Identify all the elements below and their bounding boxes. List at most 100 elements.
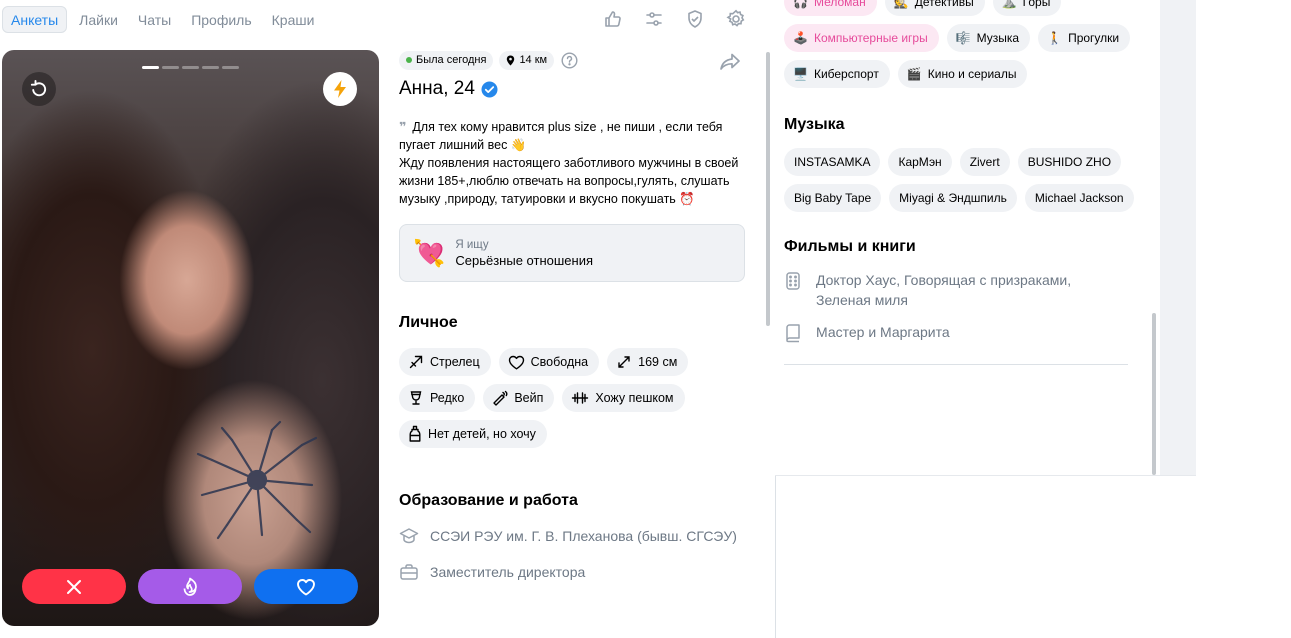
chip-interest: 🎼 Музыка [946, 24, 1031, 52]
chip-label: Хожу пешком [595, 391, 674, 405]
quote-icon: ❞ [399, 120, 407, 134]
chip-label: Детективы [914, 0, 974, 9]
wine-glass-icon [410, 391, 422, 405]
music-score-icon: 🎼 [955, 31, 971, 45]
share-icon[interactable] [719, 52, 741, 77]
music-section-title: Музыка [784, 116, 845, 133]
book-item: Мастер и Маргарита [784, 322, 1114, 348]
looking-for-card: 💘 Я ищу Серьёзные отношения [399, 224, 745, 282]
heart-icon [297, 578, 315, 595]
chip-interest: 🚶 Прогулки [1038, 24, 1131, 52]
chip-label: Кино и сериалы [927, 67, 1017, 81]
filter-sliders-icon[interactable] [643, 8, 665, 30]
shield-icon[interactable] [684, 8, 706, 30]
education-item: ССЭИ РЭУ им. Г. В. Плеханова (бывш. СГСЭ… [399, 526, 749, 550]
like-button[interactable] [254, 569, 358, 604]
scrollbar-right[interactable] [1152, 313, 1156, 475]
chip-height: 169 см [607, 348, 689, 376]
profile-name-age: Анна, 24 [399, 78, 475, 99]
joystick-icon: 🕹️ [793, 31, 808, 45]
vape-icon [493, 390, 508, 406]
mountain-icon: ⛰️ [1001, 0, 1017, 9]
heart-arrow-icon: 💘 [413, 238, 446, 268]
chip-interest: 🕵️ Детективы [884, 0, 985, 16]
books-section-title: Фильмы и книги [784, 238, 916, 255]
chip-artist: Zivert [959, 148, 1010, 176]
tab-chats[interactable]: Чаты [130, 6, 179, 33]
chip-label: Прогулки [1068, 31, 1120, 45]
dumbbell-icon [572, 392, 589, 404]
headphones-icon: 🎧 [793, 0, 808, 9]
superlike-button[interactable] [138, 569, 242, 604]
education-text: ССЭИ РЭУ им. Г. В. Плеханова (бывш. СГСЭ… [430, 528, 737, 544]
chip-interest: 🖥️ Киберспорт [784, 60, 890, 88]
profile-bio: ❞ Для тех кому нравится plus size , не пи… [399, 118, 749, 208]
looking-for-value: Серьёзные отношения [455, 252, 593, 268]
last-seen-text: Была сегодня [416, 54, 487, 66]
profile-info: Была сегодня 14 км Анна, 24 ❞ Для тех ком… [399, 50, 749, 598]
profile-details-right: 🎧 Меломан 🕵️ Детективы ⛰️ Горы 🕹️ Компьютерн… [784, 0, 1144, 365]
chip-label: Стрелец [430, 355, 480, 369]
name-row: Анна, 24 [399, 78, 749, 100]
right-gutter [1160, 0, 1196, 475]
boost-button[interactable] [323, 72, 357, 106]
distance-badge: 14 км [499, 50, 555, 70]
briefcase-icon [399, 562, 419, 586]
baby-bottle-icon [409, 425, 421, 442]
tab-profile[interactable]: Профиль [183, 6, 259, 33]
panel-bottom-edge [775, 475, 1196, 476]
profile-photo[interactable] [2, 50, 379, 626]
chip-label: Редко [430, 391, 465, 405]
books-list: Доктор Хаус, Говорящая с призраками, Зел… [784, 270, 1144, 348]
book-text: Мастер и Маргарита [816, 324, 950, 340]
chip-artist: Miyagi & Эндшпиль [889, 184, 1017, 212]
chip-interest: 🎧 Меломан [784, 0, 877, 16]
undo-icon [30, 80, 47, 97]
column-divider [775, 476, 776, 638]
tab-likes[interactable]: Лайки [71, 6, 126, 33]
verified-icon [481, 81, 498, 97]
online-dot [406, 57, 412, 63]
chip-sport: Хожу пешком [562, 384, 685, 412]
chip-label: 169 см [638, 355, 678, 369]
chip-zodiac: Стрелец [399, 348, 491, 376]
chip-artist: Michael Jackson [1024, 184, 1134, 212]
distance-text: 14 км [519, 54, 548, 66]
bio-text-1: Для тех кому нравится plus size , не пиш… [399, 120, 723, 152]
chip-artist: BUSHIDO ZHO [1017, 148, 1122, 176]
photo-pager-dot [142, 66, 159, 69]
book-icon [784, 322, 804, 348]
chip-interest: 🎬 Кино и сериалы [897, 60, 1028, 88]
clapperboard-icon: 🎬 [906, 67, 922, 81]
section-divider [784, 364, 1128, 365]
scrollbar-left[interactable] [766, 52, 770, 326]
swipe-actions [22, 569, 358, 604]
thumbs-up-icon[interactable] [602, 8, 624, 30]
personal-section-title: Личное [399, 314, 458, 331]
looking-for-label: Я ищу [455, 238, 489, 251]
films-text: Доктор Хаус, Говорящая с призраками, Зел… [816, 272, 1072, 308]
last-seen-badge: Была сегодня [399, 50, 494, 70]
undo-button[interactable] [22, 72, 56, 106]
walking-person-icon: 🚶 [1047, 31, 1063, 45]
tab-crushes[interactable]: Краши [264, 6, 323, 33]
film-icon [784, 270, 804, 310]
top-toolbar [602, 8, 747, 30]
dislike-button[interactable] [22, 569, 126, 604]
chip-label: Свободна [530, 355, 589, 369]
flame-icon [183, 577, 197, 596]
work-item: Заместитель директора [399, 562, 749, 586]
chip-interest: 🕹️ Компьютерные игры [784, 24, 939, 52]
photo-pager-dot [202, 66, 219, 69]
tab-ankety[interactable]: Анкеты [2, 6, 68, 33]
help-icon[interactable] [560, 51, 578, 69]
chip-label: Нет детей, но хочу [428, 427, 536, 441]
chip-artist: Big Baby Tape [784, 184, 882, 212]
gear-icon[interactable] [725, 8, 747, 30]
chip-label: Горы [1022, 0, 1051, 9]
detective-icon: 🕵️ [893, 0, 909, 9]
heart-outline-icon [508, 355, 524, 369]
work-text: Заместитель директора [430, 564, 586, 580]
bio-text-2: Жду появления настоящего заботливого муж… [399, 156, 739, 206]
interests-chips: 🎧 Меломан 🕵️ Детективы ⛰️ Горы 🕹️ Компьютерн… [784, 0, 1134, 88]
